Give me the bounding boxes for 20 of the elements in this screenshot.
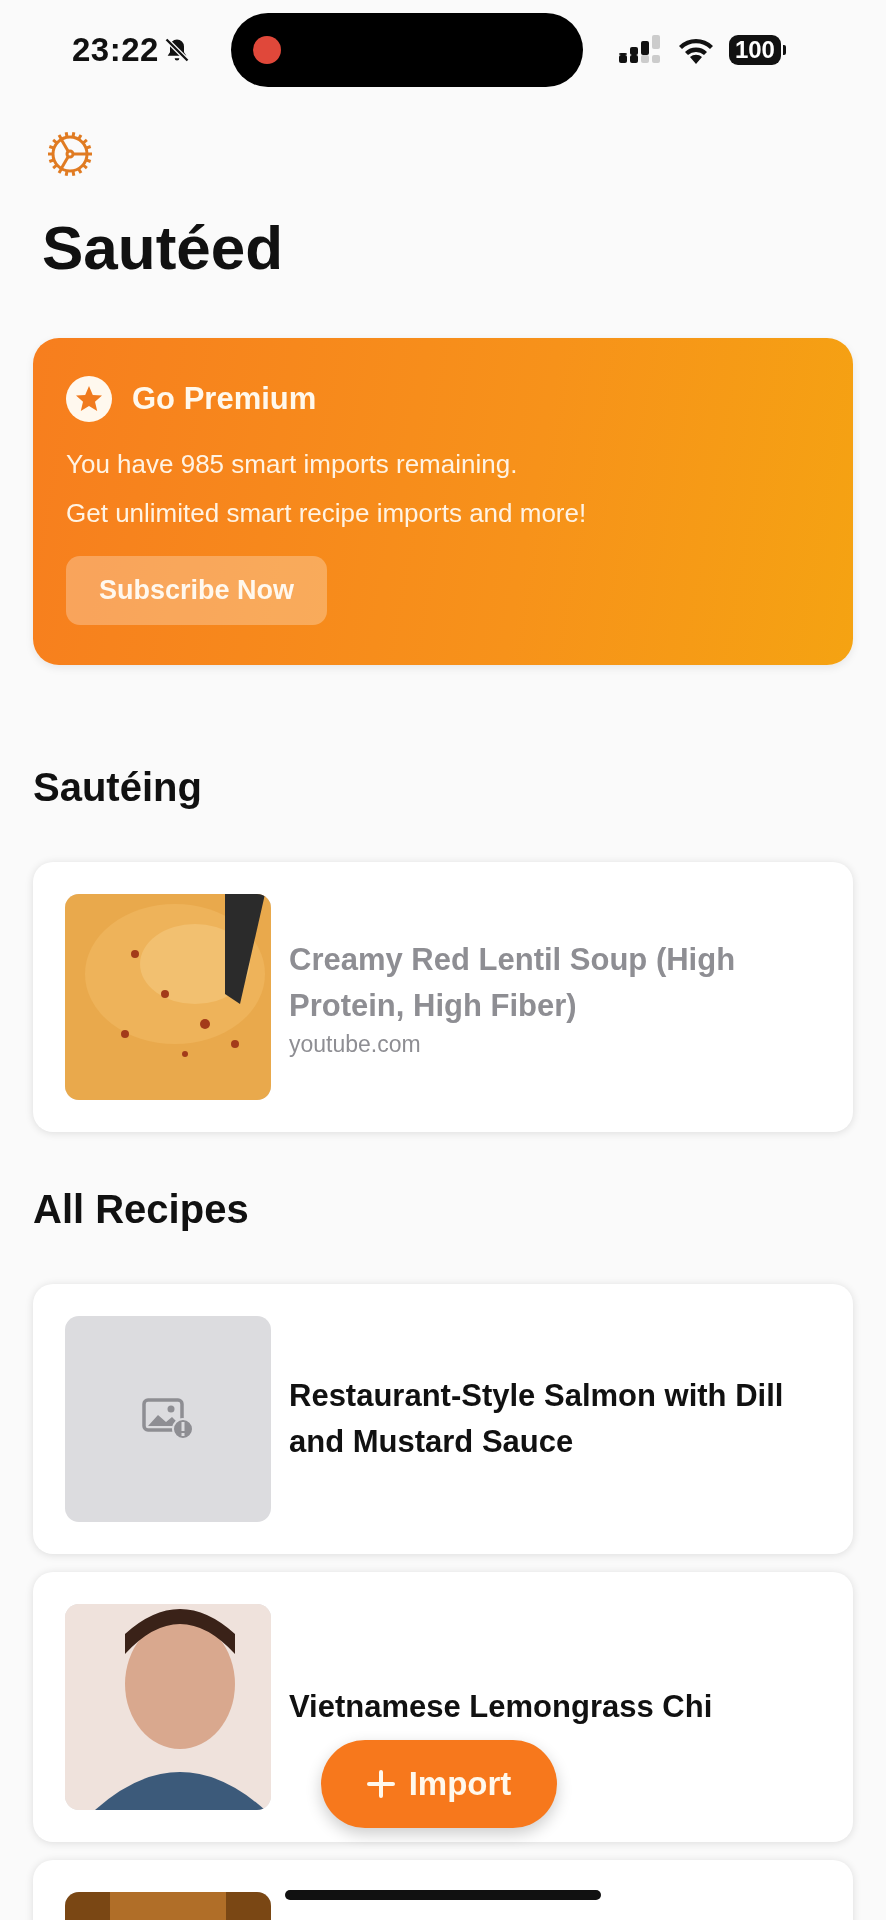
signal-icon	[618, 35, 663, 65]
recipe-title: Creamy Red Lentil Soup (High Protein, High Fiber)	[289, 940, 737, 1025]
recipe-card[interactable]: Restaurant-Style Salmon with Dill and Mustard Sauce	[33, 1284, 853, 1555]
recipe-source: youtube.com	[289, 1030, 422, 1058]
settings-icon[interactable]	[46, 130, 94, 178]
premium-text: You have 985 smart imports remaining.	[66, 448, 519, 482]
recipe-title: Restaurant-Style Salmon with Dill and Mustard Sauce	[289, 1377, 785, 1462]
plus-icon	[366, 1770, 395, 1798]
section-title: All Recipes	[33, 1187, 250, 1233]
app-title: Sautéed	[42, 214, 285, 283]
import-button[interactable]: Import	[321, 1740, 557, 1828]
recipe-card[interactable]: Creamy Red Lentil Soup (High Protein, High Fiber) youtube.com	[33, 862, 853, 1133]
battery-indicator: 100	[728, 35, 786, 65]
image-error-icon	[142, 1398, 194, 1441]
recipe-title: Vietnamese Lemongrass Chi	[289, 1688, 714, 1727]
subscribe-button[interactable]: Subscribe Now	[66, 556, 328, 626]
status-time: 23:22	[72, 31, 159, 69]
premium-heading: Go Premium	[132, 381, 317, 418]
premium-text: Get unlimited smart recipe imports and more!	[66, 497, 588, 531]
section-title: Sautéing	[33, 765, 203, 811]
